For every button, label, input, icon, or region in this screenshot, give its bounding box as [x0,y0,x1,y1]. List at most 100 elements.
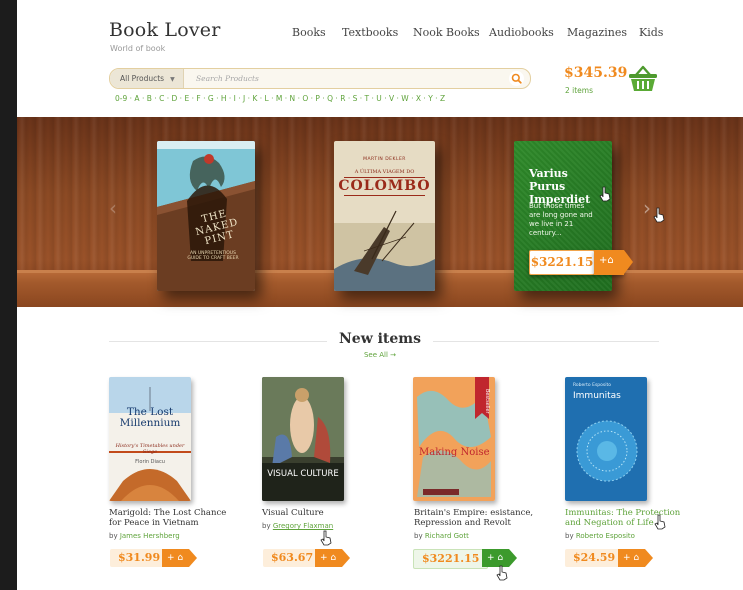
item-price: $24.59 [565,549,624,567]
basket-icon: ⌂ [633,553,640,563]
alphabet-letter-d[interactable]: D [171,94,177,103]
hand-cursor-icon [653,207,665,223]
add-to-cart-button[interactable]: + ⌂ [315,549,350,567]
alphabet-letter-h[interactable]: H [221,94,227,103]
item-cover-lost-millennium[interactable]: The Lost Millennium History's Timetables… [109,377,191,501]
alphabet-letter-u[interactable]: U [376,94,382,103]
alphabet-letter-t[interactable]: T [365,94,370,103]
nav-nook-books[interactable]: Nook Books [413,26,480,39]
featured-add-to-cart-button[interactable]: +⌂ [594,250,633,275]
featured-book-colombo[interactable]: MARTIN DEKLER A ÚLTIMA VIAGEM DO COLOMBO [334,141,435,291]
alphabet-separator: · [238,94,241,103]
nav-audiobooks[interactable]: Audiobooks [489,26,554,39]
item-author-link[interactable]: James Hershberg [120,532,180,540]
item-cover-author: Florin Diacu [135,459,165,465]
item-cover-immunitas[interactable]: Roberto Esposito Immunitas [565,377,647,501]
alphabet-letter-w[interactable]: W [401,94,408,103]
alphabet-letter-n[interactable]: N [290,94,296,103]
featured-book-naked-pint[interactable]: THE NAKED PINT AN UNPRETENTIOUS GUIDE TO… [157,141,255,291]
alphabet-letter-s[interactable]: S [353,94,358,103]
hand-cursor-icon [654,514,666,530]
item-cover-making-noise[interactable]: Bestseller Making Noise [413,377,495,501]
item-price: $31.99 [110,549,169,567]
book-cover-visual-culture-icon [262,377,344,501]
alphabet-separator: · [166,94,170,103]
item-cover-title: VISUAL CULTURE [267,469,339,479]
item-author-prefix: by [262,522,271,530]
see-all-link[interactable]: See All → [17,351,743,359]
nav-kids[interactable]: Kids [639,26,663,39]
basket-icon: ⌂ [497,553,504,563]
alphabet-separator: · [179,94,183,103]
add-to-cart-button[interactable]: + ⌂ [162,549,197,567]
search-bar: All Products ▼ [109,68,531,89]
alphabet-letter-0-9[interactable]: 0-9 [115,94,127,103]
shelf-prev-arrow[interactable]: ‹ [109,196,117,220]
nav-books[interactable]: Books [292,26,326,39]
item-cover-visual-culture[interactable]: VISUAL CULTURE [262,377,344,501]
nav-textbooks[interactable]: Textbooks [342,26,398,39]
naked-pint-cover-subtitle: AN UNPRETENTIOUS GUIDE TO CRAFT BEER [187,251,239,261]
alphabet-letter-z[interactable]: Z [440,94,445,103]
alphabet-letter-p[interactable]: P [315,94,320,103]
alphabet-letter-l[interactable]: L [265,94,269,103]
alphabet-letter-y[interactable]: Y [428,94,433,103]
alphabet-letter-m[interactable]: M [276,94,282,103]
alphabet-letter-e[interactable]: E [184,94,189,103]
alphabet-separator: · [359,94,363,103]
item-author-prefix: by [565,532,574,540]
alphabet-separator: · [335,94,338,103]
item-author-prefix: by [414,532,423,540]
alphabet-separator: · [423,94,426,103]
bestseller-ribbon: Bestseller [484,388,490,414]
alphabet-letter-b[interactable]: B [147,94,152,103]
item-cover-title: The Lost Millennium [119,406,181,429]
item-title[interactable]: Immunitas: The Protection and Negation o… [565,508,690,528]
site-tagline: World of book [110,44,166,53]
alphabet-letter-q[interactable]: Q [327,94,333,103]
alphabet-letter-f[interactable]: F [196,94,200,103]
alphabet-separator: · [371,94,374,103]
hand-cursor-icon [320,530,332,546]
alphabet-separator: · [384,94,387,103]
item-author-link[interactable]: Roberto Esposito [576,532,635,540]
featured-price-box: $3221.15 [529,250,595,275]
arrow-shape [624,250,633,274]
alphabet-separator: · [396,94,399,103]
item-title[interactable]: Marigold: The Lost Chance for Peace in V… [109,508,234,528]
alphabet-separator: · [141,94,145,103]
search-button[interactable] [509,71,524,86]
alphabet-letter-i[interactable]: I [234,94,236,103]
item-author: by James Hershberg [109,532,180,540]
category-select-label: All Products [120,74,165,83]
search-input[interactable] [196,72,496,85]
basket-icon[interactable] [627,64,659,92]
add-to-cart-button[interactable]: + ⌂ [618,549,653,567]
cart-total[interactable]: $345.39 [564,65,627,81]
site-logo[interactable]: Book Lover [109,19,221,41]
alphabet-letter-c[interactable]: C [159,94,164,103]
basket-icon: ⌂ [177,553,184,563]
colombo-cover-author: MARTIN DEKLER [363,157,406,162]
item-author: by Richard Gott [414,532,469,540]
nav-magazines[interactable]: Magazines [567,26,627,39]
alphabet-letter-r[interactable]: R [340,94,345,103]
shelf-next-arrow[interactable]: › [643,196,651,220]
alphabet-letter-o[interactable]: O [302,94,308,103]
item-title[interactable]: Visual Culture [262,508,387,518]
featured-book-blurb: But those times are long gone and we liv… [529,202,593,237]
alphabet-separator: · [191,94,194,103]
hand-cursor-icon [496,565,508,581]
alphabet-letter-x[interactable]: X [416,94,421,103]
item-author-link[interactable]: Richard Gott [425,532,469,540]
category-select[interactable]: All Products ▼ [110,69,184,88]
item-title[interactable]: Britain's Empire: esistance, Repression … [414,508,539,528]
item-author-link[interactable]: Gregory Flaxman [273,522,333,530]
cart-item-count[interactable]: 2 items [565,86,593,95]
alphabet-letter-k[interactable]: K [252,94,257,103]
alphabet-letter-v[interactable]: V [389,94,394,103]
alphabet-letter-g[interactable]: G [208,94,214,103]
alphabet-letter-a[interactable]: A [134,94,139,103]
item-author: by Gregory Flaxman [262,522,333,530]
alphabet-letter-j[interactable]: J [243,94,245,103]
